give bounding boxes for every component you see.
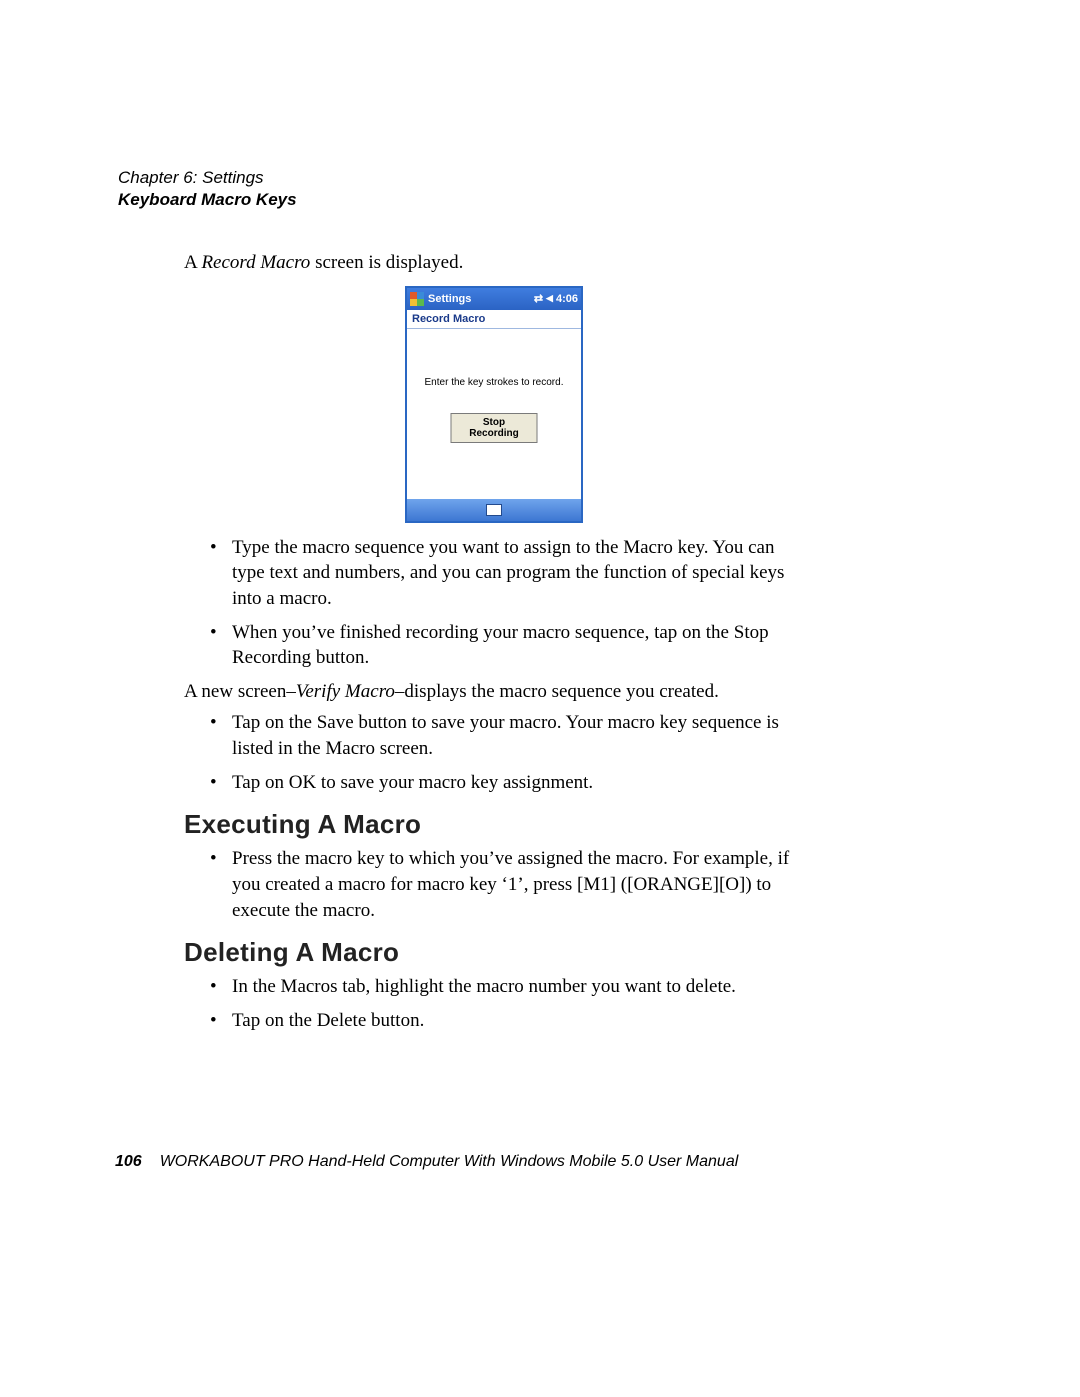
text: Press the macro key to which you’ve assi… [232, 848, 789, 920]
stop-recording-button[interactable]: Stop Recording [451, 413, 538, 443]
list-item: Tap on the Delete button. [184, 1008, 804, 1034]
list-item: Type the macro sequence you want to assi… [184, 535, 804, 612]
intro-paragraph: A Record Macro screen is displayed. [184, 250, 804, 276]
text: When you’ve finished recording your macr… [232, 622, 734, 643]
wm-window: Settings 4:06 Record Macro Enter the key… [405, 286, 583, 523]
text: tab, highlight the macro number you want… [338, 976, 736, 997]
wm-bottombar [407, 499, 581, 521]
text: Tap on [232, 772, 289, 793]
page-content: Chapter 6: Settings Keyboard Macro Keys … [118, 168, 958, 1042]
text: button. [311, 647, 369, 668]
list-item: Tap on OK to save your macro key assignm… [184, 770, 804, 796]
bullet-list-1: Type the macro sequence you want to assi… [184, 535, 804, 671]
wm-instruction-text: Enter the key strokes to record. [407, 377, 581, 388]
list-item: Press the macro key to which you’ve assi… [184, 846, 804, 923]
text: to save your macro key assignment. [316, 772, 593, 793]
bullet-list-2: Tap on the Save button to save your macr… [184, 710, 804, 795]
running-head-chapter: Chapter 6: Settings [118, 168, 958, 188]
volume-icon[interactable] [546, 293, 553, 304]
heading-executing-macro: Executing A Macro [184, 809, 804, 840]
wm-content: Enter the key strokes to record. Stop Re… [407, 329, 581, 499]
bullet-list-exec: Press the macro key to which you’ve assi… [184, 846, 804, 923]
running-head-section: Keyboard Macro Keys [118, 190, 958, 210]
list-item: In the Macros tab, highlight the macro n… [184, 974, 804, 1000]
text: Tap on the [232, 712, 317, 733]
text: Type the macro sequence you want to assi… [232, 537, 784, 609]
embedded-screenshot: Settings 4:06 Record Macro Enter the key… [184, 286, 804, 523]
text: Tap on the [232, 1010, 317, 1031]
text-bold: OK [289, 772, 316, 793]
text: –displays the macro sequence you created… [395, 681, 719, 702]
text-italic: Macro [325, 738, 375, 759]
keyboard-icon[interactable] [486, 504, 502, 516]
heading-deleting-macro: Deleting A Macro [184, 937, 804, 968]
clock[interactable]: 4:06 [556, 293, 578, 305]
text-italic: Verify Macro [296, 681, 395, 702]
body: A Record Macro screen is displayed. Sett… [184, 250, 804, 1034]
page-footer: 106 WORKABOUT PRO Hand-Held Computer Wit… [115, 1153, 955, 1171]
text: A new screen– [184, 681, 296, 702]
text: screen. [375, 738, 433, 759]
start-flag-icon[interactable] [410, 292, 424, 306]
manual-title: WORKABOUT PRO Hand-Held Computer With Wi… [160, 1153, 739, 1171]
text-italic: Record Macro [201, 252, 310, 273]
wm-screen-title: Record Macro [407, 310, 581, 329]
text-bold: Delete [317, 1010, 367, 1031]
list-item: When you’ve finished recording your macr… [184, 620, 804, 671]
text: button. [366, 1010, 424, 1031]
bullet-list-del: In the Macros tab, highlight the macro n… [184, 974, 804, 1033]
wm-status-icons: 4:06 [534, 292, 578, 305]
wm-titlebar: Settings 4:06 [407, 288, 581, 310]
text: A [184, 252, 201, 273]
page-number: 106 [115, 1153, 142, 1171]
text: screen is displayed. [310, 252, 463, 273]
wm-title: Settings [428, 293, 530, 305]
list-item: Tap on the Save button to save your macr… [184, 710, 804, 761]
connectivity-icon[interactable] [534, 292, 543, 305]
text-bold: Save [317, 712, 354, 733]
verify-paragraph: A new screen–Verify Macro–displays the m… [184, 679, 804, 705]
text: In the [232, 976, 281, 997]
text-italic: Macros [281, 976, 338, 997]
